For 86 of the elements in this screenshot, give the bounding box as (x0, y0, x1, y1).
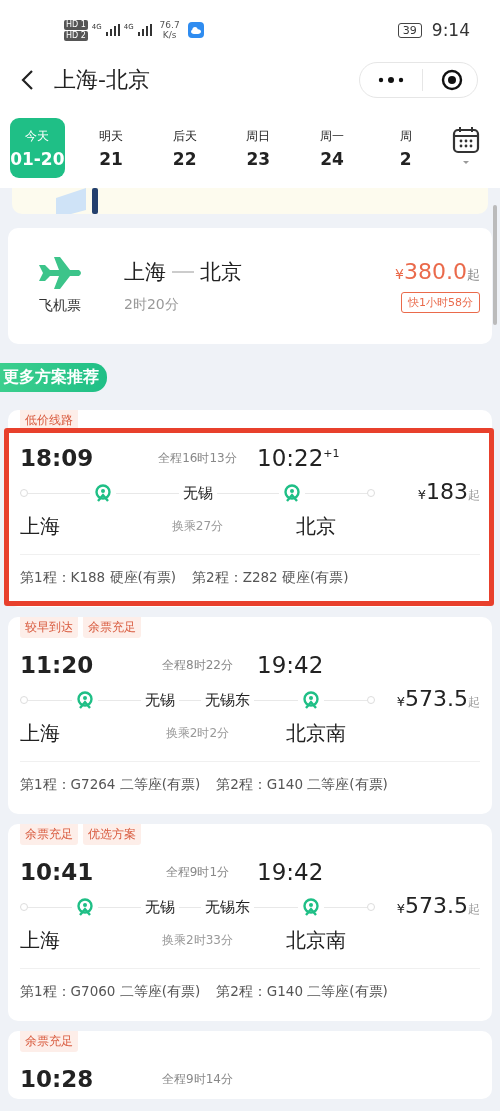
transfer-wait: 换乘2时2分 (164, 724, 231, 742)
date-tab[interactable]: 周一 24 (304, 118, 360, 178)
transfer-station: 无锡东 (204, 897, 251, 917)
flight-duration: 2时20分 (124, 296, 180, 314)
origin-city: 上海 (124, 259, 166, 286)
network-speed: 76.7 (159, 20, 180, 30)
sim-label: HD 2 (64, 30, 88, 41)
railway-icon (94, 484, 113, 502)
page-title: 上海-北京 (54, 66, 150, 94)
cloud-app-icon (187, 22, 204, 38)
origin-station: 上海 (20, 512, 61, 540)
train-leg: 第2程：G140 二等座(有票) (216, 983, 388, 1001)
currency-sign: ¥ (395, 266, 404, 282)
price-suffix: 起 (468, 487, 480, 504)
price-suffix: 起 (468, 694, 480, 711)
destination-station: 北京 (295, 512, 337, 540)
departure-time: 10:28 (20, 1066, 95, 1092)
railway-icon (301, 898, 320, 916)
arrival-time: 19:42 (257, 652, 324, 678)
train-leg: 第1程：G7060 二等座(有票) (20, 983, 201, 1001)
arrival-time: 19:42 (257, 859, 324, 885)
route-tag: 较早到达 (20, 617, 78, 638)
section-title: 更多方案推荐 (0, 362, 107, 392)
more-icon[interactable] (378, 76, 404, 84)
transfer-station: 无锡东 (204, 690, 251, 710)
train-leg: 第1程：G7264 二等座(有票) (20, 776, 201, 794)
destination-station: 北京南 (285, 719, 347, 747)
battery-level: 39 (397, 22, 422, 38)
calendar-icon[interactable] (452, 126, 481, 166)
train-leg: 第2程：Z282 硬座(有票) (192, 569, 349, 587)
currency-sign: ¥ (417, 486, 426, 502)
target-icon[interactable] (441, 69, 463, 91)
route-tag: 优选方案 (83, 824, 141, 845)
route-price: 573.5 (405, 892, 468, 918)
origin-station: 上海 (20, 926, 61, 954)
flight-card[interactable]: 飞机票 上海 北京 2时20分 ¥380.0起 快1小时58分 (8, 228, 492, 344)
signal-icon (105, 24, 120, 36)
price-suffix: 起 (468, 901, 480, 918)
arrival-time: 10:22 (257, 445, 324, 471)
date-tab[interactable]: 周日 23 (231, 118, 286, 178)
currency-sign: ¥ (396, 900, 405, 916)
route-card[interactable]: 余票充足 优选方案 10:41 全程9时1分 19:42 无锡 无锡东 上海 换乘2时33分 北京南 ¥573.5起 第1程：G7060 二等座(有票) 第2程：G140 二等座(有票) (8, 824, 492, 1021)
transfer-wait: 换乘27分 (170, 517, 225, 535)
currency-sign: ¥ (396, 693, 405, 709)
signal-icon (137, 24, 152, 36)
date-tab[interactable]: 周 2 (378, 118, 434, 178)
train-leg: 第2程：G140 二等座(有票) (216, 776, 388, 794)
total-duration: 全程8时22分 (161, 656, 234, 674)
railway-icon (75, 898, 94, 916)
train-leg: 第1程：K188 硬座(有票) (20, 569, 177, 587)
origin-station: 上海 (20, 719, 61, 747)
sim-label: HD 1 (64, 19, 88, 30)
route-card[interactable]: 低价线路 18:09 全程16时13分 10:22$^{+1}$ 无锡 上海 换乘27分 北京 ¥183起 第1程：K188 硬座(有票) 第2程：Z282 硬座(有票) (8, 410, 492, 607)
transfer-station: 无锡 (144, 897, 176, 917)
route-price: 573.5 (405, 685, 468, 711)
route-tag: 余票充足 (20, 1031, 78, 1052)
next-day-mark: +1 (323, 447, 340, 461)
back-icon[interactable] (20, 69, 34, 91)
airplane-icon (37, 257, 83, 289)
date-tab[interactable]: 后天 22 (157, 118, 212, 178)
route-price: 183 (426, 478, 468, 504)
route-tag: 余票充足 (83, 617, 141, 638)
transfer-station: 无锡 (181, 483, 214, 503)
departure-time: 10:41 (20, 859, 95, 885)
price-suffix: 起 (467, 267, 480, 284)
transfer-wait: 换乘2时33分 (161, 931, 234, 949)
destination-city: 北京 (200, 259, 242, 286)
total-duration: 全程9时14分 (161, 1070, 234, 1088)
departure-time: 18:09 (20, 445, 95, 471)
flight-price: 380.0 (404, 259, 467, 284)
railway-icon (301, 691, 320, 709)
time-saving-badge: 快1小时58分 (401, 292, 480, 313)
total-duration: 全程9时1分 (164, 863, 231, 881)
destination-station: 北京南 (285, 926, 347, 954)
total-duration: 全程16时13分 (157, 449, 238, 467)
speed-unit: K/s (162, 30, 177, 40)
flight-label: 飞机票 (39, 297, 81, 315)
transfer-station: 无锡 (144, 690, 176, 710)
route-card[interactable]: 较早到达 余票充足 11:20 全程8时22分 19:42 无锡 无锡东 上海 换乘2时2分 北京南 ¥573.5起 第1程：G7264 二等座(有票) 第2程：G140 二等座(有票) (8, 617, 492, 814)
date-tab[interactable]: 明天 21 (83, 118, 139, 178)
departure-time: 11:20 (20, 652, 95, 678)
route-card[interactable]: 余票充足 10:28 全程9时14分 (8, 1031, 492, 1099)
railway-icon (282, 484, 301, 502)
route-tag: 余票充足 (20, 824, 78, 845)
clock: 9:14 (431, 20, 470, 40)
railway-icon (75, 691, 94, 709)
